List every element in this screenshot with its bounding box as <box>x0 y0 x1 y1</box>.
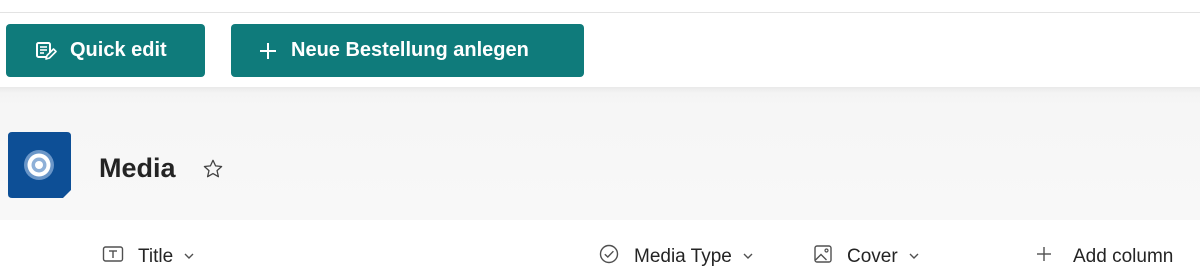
page-title: Media <box>99 153 176 183</box>
column-header-title[interactable]: Title <box>102 240 195 274</box>
chevron-down-icon <box>908 246 920 268</box>
quick-edit-label: Quick edit <box>70 39 167 61</box>
chevron-down-icon <box>742 246 754 268</box>
add-column-button[interactable]: Add column <box>1035 240 1173 274</box>
plus-icon <box>1035 245 1053 269</box>
text-field-icon <box>102 244 124 270</box>
column-header-cover[interactable]: Cover <box>813 240 920 274</box>
choice-check-icon <box>598 243 620 271</box>
list-logo-icon <box>8 132 71 198</box>
column-header-media-type[interactable]: Media Type <box>598 240 754 274</box>
column-header-label: Cover <box>847 246 898 267</box>
list-logo <box>6 132 73 199</box>
plus-icon <box>258 41 278 61</box>
favorite-star-icon[interactable] <box>202 158 224 180</box>
image-icon <box>813 244 833 270</box>
quick-edit-button[interactable]: Quick edit <box>6 24 205 77</box>
new-order-label: Neue Bestellung anlegen <box>291 39 529 61</box>
quick-edit-icon <box>35 40 57 62</box>
add-column-label: Add column <box>1073 246 1174 267</box>
new-order-button[interactable]: Neue Bestellung anlegen <box>231 24 584 77</box>
column-header-label: Title <box>138 246 174 267</box>
command-bar: Quick edit Neue Bestellung anlegen <box>0 13 1200 87</box>
column-header-label: Media Type <box>634 246 732 267</box>
chevron-down-icon <box>183 246 195 268</box>
list-header-area <box>0 87 1200 220</box>
